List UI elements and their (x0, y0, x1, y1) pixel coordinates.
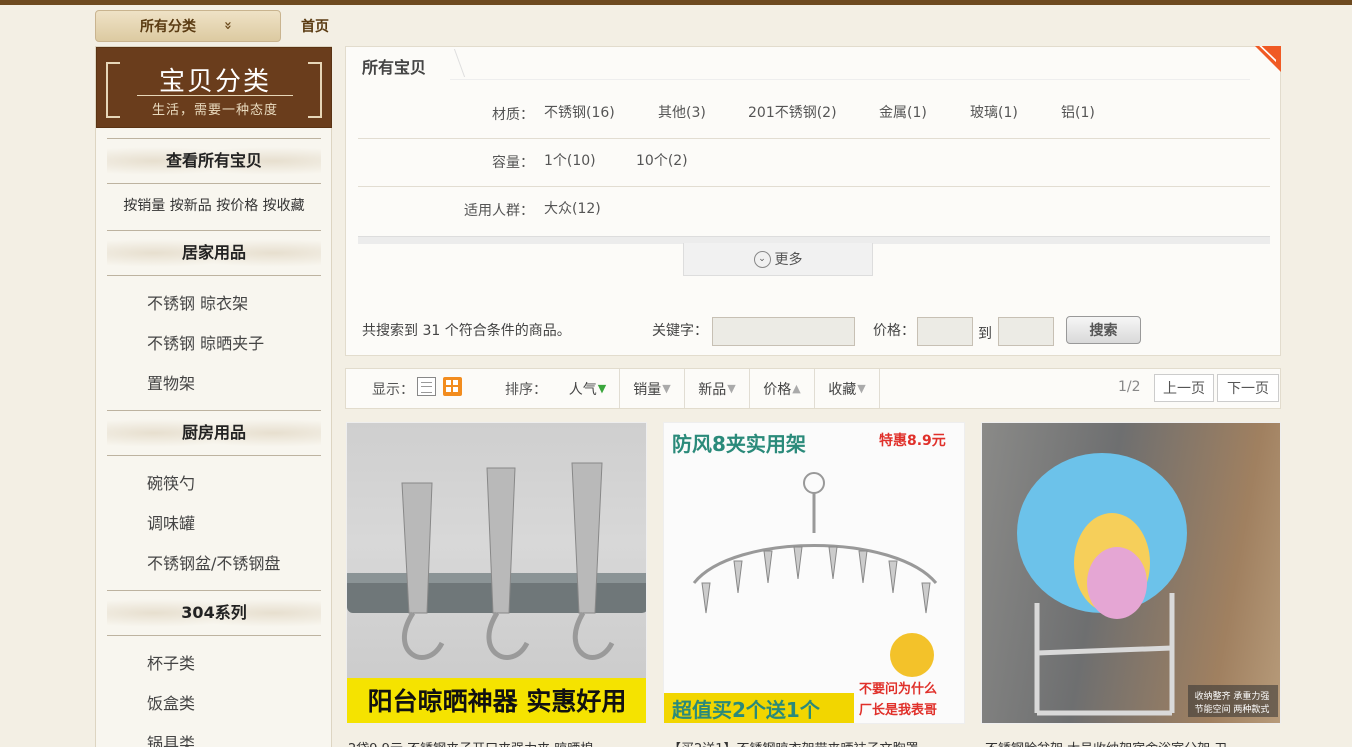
attr-label: 适用人群： (464, 203, 534, 219)
filter-panel: 所有宝贝 材质： 不锈钢(16) 其他(3) 201不锈钢(2) 金属(1) 玻… (345, 46, 1281, 356)
sidebar-item[interactable]: 调味罐 (147, 510, 195, 534)
next-page-button[interactable]: 下一页 (1217, 374, 1279, 402)
product-image[interactable]: 收纳整齐 承重力强 节能空间 两种款式 (981, 422, 1281, 724)
title-divider (450, 79, 1250, 80)
sidebar-item[interactable]: 碗筷勺 (147, 470, 195, 494)
price-min-input[interactable] (917, 317, 973, 346)
product-image[interactable]: 防风8夹实用架 特惠8.9元 不要问为什么 厂长是我表哥 超值买2个送1个 (663, 422, 965, 724)
attr-label: 容量： (492, 155, 534, 171)
attr-value[interactable]: 1个(10) (544, 150, 596, 170)
attr-value[interactable]: 铝(1) (1061, 102, 1095, 122)
sidebar-banner: 宝贝分类 生活，需要一种态度 (96, 47, 332, 128)
more-button[interactable]: ⌄ 更多 (683, 243, 873, 276)
sidebar-banner-title: 宝贝分类 (158, 67, 271, 97)
sort-popularity[interactable]: 人气 ▼ (556, 369, 619, 408)
product-title[interactable]: 【买2送1】不锈钢晾衣架带夹晒袜子文胸罩 (668, 738, 958, 747)
corner-tag-icon (1255, 46, 1281, 72)
prev-page-button[interactable]: 上一页 (1154, 374, 1214, 402)
chevron-down-icon: ⌄ (753, 250, 771, 268)
sort-popularity-label: 人气 (568, 381, 597, 398)
sort-sales-label: 销量 (633, 381, 662, 398)
keyword-input[interactable] (712, 317, 855, 346)
arrow-down-icon: ▼ (597, 382, 607, 395)
product-title[interactable]: 2袋9.9元 不锈钢夹子开口夹强力夹 晾晒棉 (348, 738, 638, 747)
attr-value[interactable]: 玻璃(1) (970, 102, 1018, 122)
sort-price[interactable]: 价格 ▲ (749, 369, 814, 408)
sidebar-banner-subtitle: 生活，需要一种态度 (151, 103, 278, 118)
attr-value[interactable]: 10个(2) (636, 150, 688, 170)
sidebar-item[interactable]: 饭盒类 (147, 690, 195, 714)
sort-toolbar: 显示： 排序： 人气 ▼ 销量 ▼ 新品 ▼ 价格 ▲ 收藏 ▼ 1/2 上一页 下一页 (345, 368, 1281, 409)
product-image[interactable]: 阳台晾晒神器 实惠好用 (346, 422, 647, 724)
sort-new-label: 新品 (698, 381, 727, 398)
sort-favorites-label: 收藏 (828, 381, 857, 398)
banner-divider (137, 95, 293, 96)
rack-illustration: 收纳整齐 承重力强 节能空间 两种款式 (1017, 453, 1278, 717)
panel-title: 所有宝贝 (362, 58, 427, 77)
attr-row-audience: 适用人群： 大众(12) (358, 187, 1270, 235)
home-link[interactable]: 首页 (301, 16, 329, 36)
image-badge-2: 节能空间 两种款式 (1195, 703, 1270, 715)
sidebar-item[interactable]: 不锈钢 晾衣架 (147, 290, 248, 314)
title-arrow (440, 49, 466, 77)
sidebar-item[interactable]: 杯子类 (147, 650, 195, 674)
price-to-label: 到 (978, 326, 992, 342)
product-image-caption: 阳台晾晒神器 实惠好用 (368, 687, 627, 716)
page-indicator: 1/2 (1118, 379, 1141, 395)
attr-value[interactable]: 金属(1) (879, 102, 927, 122)
section-304[interactable]: 304系列 (107, 590, 321, 636)
attr-label: 材质： (492, 107, 534, 123)
arrow-down-icon: ▼ (727, 382, 736, 395)
section-kitchen[interactable]: 厨房用品 (107, 410, 321, 456)
list-view-icon[interactable] (417, 377, 436, 396)
search-button[interactable]: 搜索 (1066, 316, 1141, 344)
grid-view-icon[interactable] (443, 377, 462, 396)
sort-label: 排序： (505, 382, 547, 398)
image-price-tag: 特惠8.9元 (879, 432, 946, 449)
arrow-down-icon: ▼ (662, 382, 671, 395)
sort-favorites[interactable]: 收藏 ▼ (814, 369, 880, 408)
sidebar-item[interactable]: 不锈钢 晾晒夹子 (147, 330, 264, 354)
top-nav: 所有分类 ›› 首页 (0, 5, 1352, 45)
sidebar-item[interactable]: 置物架 (147, 370, 195, 394)
category-sidebar: 宝贝分类 生活，需要一种态度 查看所有宝贝 按销量 按新品 按价格 按收藏 居家… (95, 46, 332, 747)
attr-row-material: 材质： 不锈钢(16) 其他(3) 201不锈钢(2) 金属(1) 玻璃(1) … (358, 91, 1270, 139)
arrow-down-icon: ▼ (857, 382, 866, 395)
attr-value[interactable]: 其他(3) (658, 102, 706, 122)
all-categories-button[interactable]: 所有分类 ›› (95, 10, 281, 42)
image-bottom-text: 超值买2个送1个 (671, 698, 821, 722)
clip-rod-illustration: 阳台晾晒神器 实惠好用 (347, 462, 646, 723)
chevron-down-icon: ›› (219, 21, 235, 28)
image-side-note-1: 不要问为什么 (859, 681, 937, 697)
arrow-up-icon: ▲ (792, 382, 801, 395)
view-all-link[interactable]: 查看所有宝贝 (107, 138, 321, 184)
sort-sales[interactable]: 销量 ▼ (619, 369, 684, 408)
image-headline: 防风8夹实用架 (672, 432, 806, 456)
hanger-illustration: 防风8夹实用架 特惠8.9元 不要问为什么 厂长是我表哥 超值买2个送1个 (664, 432, 946, 723)
product-title[interactable]: 不锈钢脸盆架 大号收纳架宿舍浴室分架 卫 (985, 738, 1277, 747)
attr-row-capacity: 容量： 1个(10) 10个(2) (358, 139, 1270, 187)
attr-value[interactable]: 大众(12) (544, 198, 601, 218)
sidebar-item[interactable]: 锅具类 (147, 730, 195, 747)
section-home-goods[interactable]: 居家用品 (107, 230, 321, 276)
sidebar-item[interactable]: 不锈钢盆/不锈钢盘 (147, 550, 280, 574)
sort-new[interactable]: 新品 ▼ (684, 369, 749, 408)
attr-value[interactable]: 201不锈钢(2) (748, 102, 837, 122)
sidebar-sort-links[interactable]: 按销量 按新品 按价格 按收藏 (96, 195, 332, 215)
more-label: 更多 (774, 252, 803, 268)
display-label: 显示： (372, 382, 414, 398)
price-max-input[interactable] (998, 317, 1054, 346)
sort-price-label: 价格 (763, 381, 792, 398)
image-side-note-2: 厂长是我表哥 (859, 702, 937, 718)
all-categories-label: 所有分类 (140, 19, 196, 35)
keyword-label: 关键字： (652, 323, 708, 339)
image-badge-1: 收纳整齐 承重力强 (1195, 690, 1270, 702)
attr-value[interactable]: 不锈钢(16) (544, 102, 615, 122)
price-label: 价格： (873, 323, 915, 339)
result-summary: 共搜索到 31 个符合条件的商品。 (362, 323, 571, 339)
